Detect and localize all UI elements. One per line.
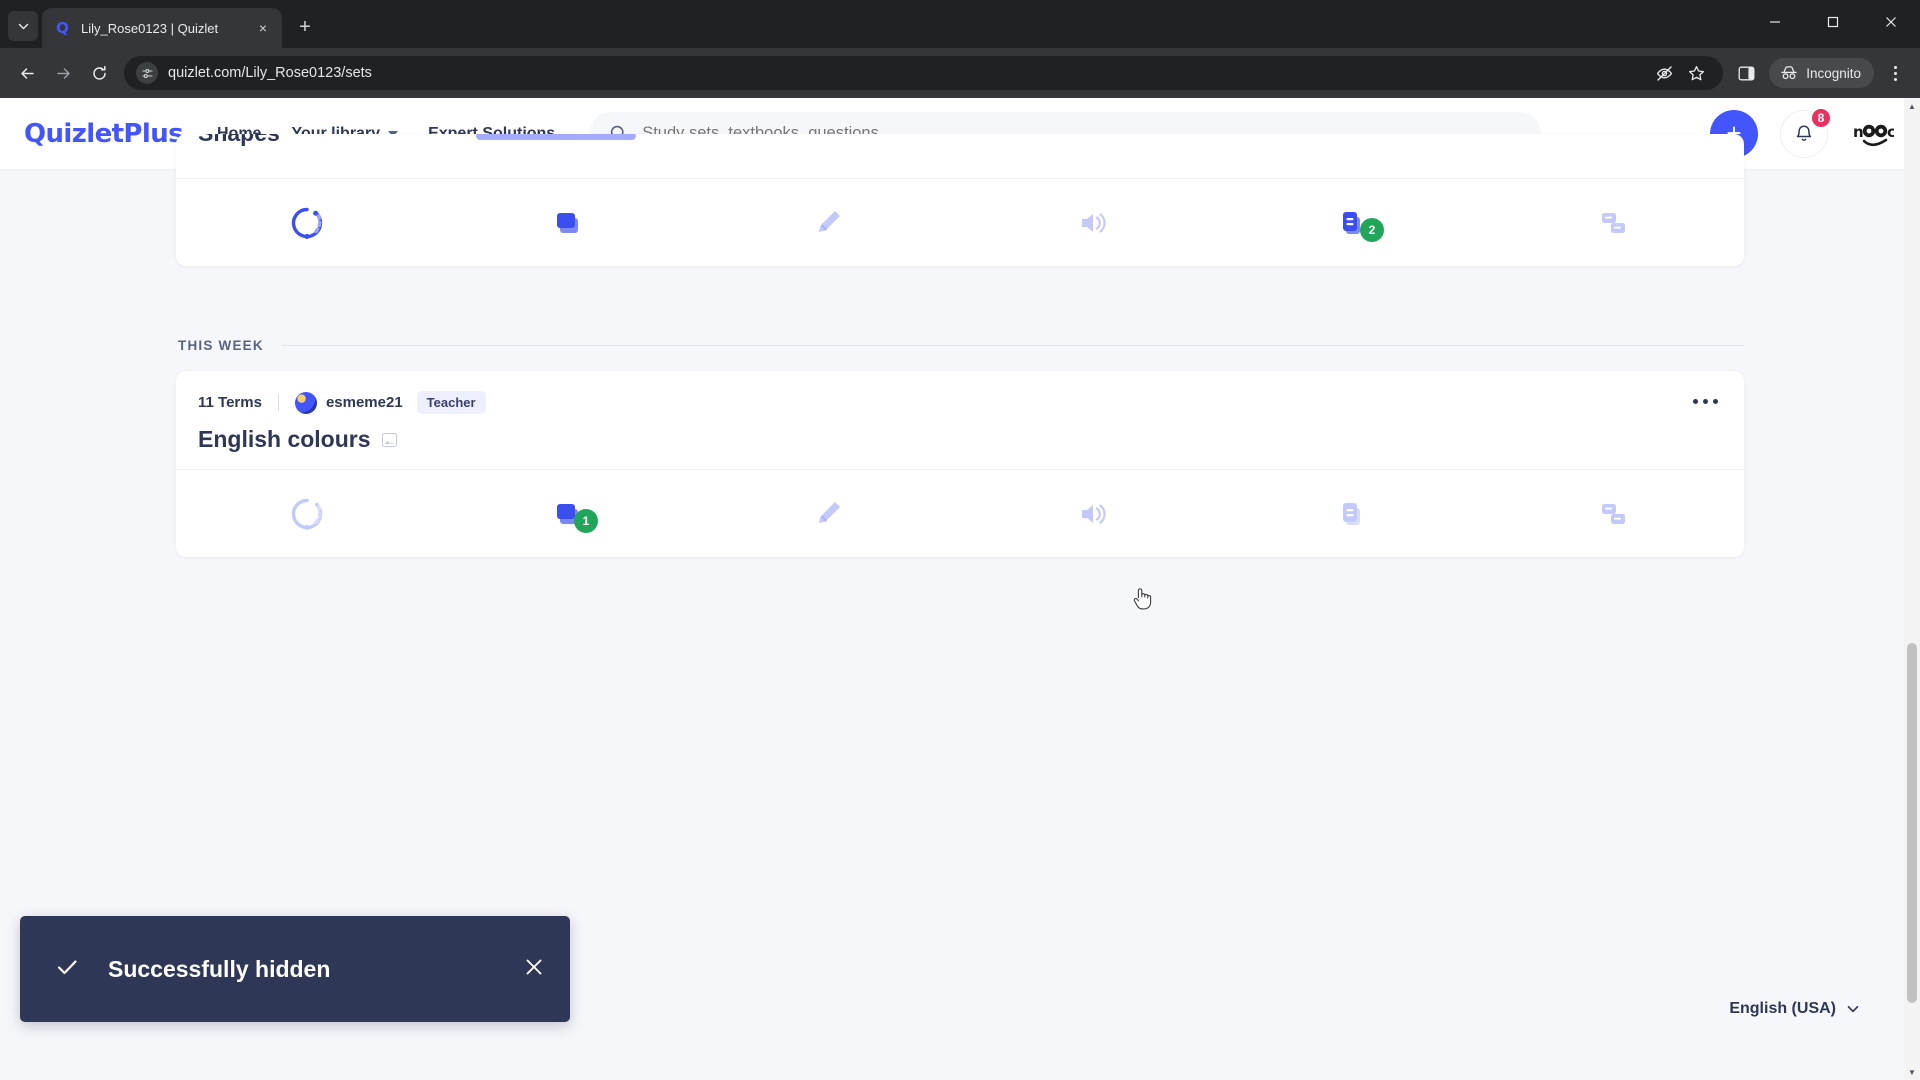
overflow-menu-icon[interactable] [1693, 399, 1718, 404]
meta-divider [277, 394, 279, 411]
chevron-down-icon [18, 23, 28, 29]
toast-notification: Successfully hidden [20, 916, 570, 1022]
eye-slash-icon[interactable] [1649, 58, 1679, 88]
author-avatar [294, 391, 317, 414]
study-mode-test[interactable] [1221, 495, 1482, 533]
study-mode-test[interactable]: 2 [1221, 204, 1482, 242]
study-mode-flashcards[interactable] [437, 204, 698, 242]
write-pen-icon [819, 501, 841, 523]
scrollbar-thumb[interactable] [1907, 643, 1917, 1003]
page-scrollbar[interactable]: ▲ ▼ [1904, 98, 1920, 1080]
window-controls [1746, 0, 1920, 44]
set-title: Shapes [198, 134, 280, 147]
tab-title: Lily_Rose0123 | Quizlet [81, 20, 219, 36]
author[interactable]: esmeme21 [294, 391, 403, 414]
browser-tab[interactable]: Q Lily_Rose0123 | Quizlet × [42, 8, 282, 48]
url-text: quizlet.com/Lily_Rose0123/sets [168, 65, 372, 81]
forward-button[interactable] [46, 56, 80, 90]
study-set-card[interactable]: 11 Terms esmeme21 Teacher English colour… [176, 371, 1744, 557]
flashcards-icon [556, 212, 578, 233]
study-mode-flashcards[interactable]: 1 [437, 495, 698, 533]
study-mode-learn[interactable] [176, 204, 437, 242]
study-mode-badge: 1 [573, 508, 598, 533]
study-mode-row: 2 [176, 178, 1744, 266]
browser-toolbar: quizlet.com/Lily_Rose0123/sets Incognito [0, 48, 1920, 98]
match-cards-icon [1602, 503, 1626, 524]
study-mode-write[interactable] [699, 204, 960, 242]
window-close-icon[interactable] [1862, 0, 1920, 44]
study-mode-spell[interactable] [960, 204, 1221, 242]
terms-count: 11 Terms [198, 394, 262, 411]
arrow-right-icon [56, 67, 70, 79]
incognito-label: Incognito [1806, 65, 1861, 81]
side-panel-icon[interactable] [1731, 58, 1761, 88]
match-cards-icon [1602, 212, 1626, 233]
study-mode-match[interactable] [1483, 495, 1744, 533]
back-button[interactable] [10, 56, 44, 90]
study-set-card-clipped[interactable]: Shapes [176, 134, 1744, 266]
address-bar[interactable]: quizlet.com/Lily_Rose0123/sets [124, 56, 1724, 90]
page-viewport: QuizletPlus Home Your library Expert Sol… [0, 98, 1920, 1080]
close-icon[interactable]: × [254, 19, 272, 37]
study-mode-spell[interactable] [960, 495, 1221, 533]
study-mode-match[interactable] [1483, 204, 1744, 242]
speaker-icon [1081, 503, 1106, 524]
arrow-left-icon [20, 67, 34, 79]
chevron-down-icon [1847, 1005, 1859, 1013]
reload-icon [92, 65, 106, 80]
page-settings-icon[interactable] [136, 62, 158, 84]
browser-window: Q Lily_Rose0123 | Quizlet × + quizlet.co… [0, 0, 1920, 1080]
three-dot-menu-icon[interactable] [1880, 56, 1910, 90]
study-mode-write[interactable] [699, 495, 960, 533]
language-selector[interactable]: English (USA) [1729, 1000, 1860, 1018]
maximize-icon[interactable] [1804, 0, 1862, 44]
section-divider [281, 345, 1744, 346]
quizlet-q-icon: Q [56, 19, 69, 37]
set-title[interactable]: English colours [198, 426, 1722, 453]
learn-progress-icon [291, 498, 322, 530]
toast-close-button[interactable] [524, 957, 544, 981]
incognito-indicator[interactable]: Incognito [1769, 58, 1874, 88]
toast-message: Successfully hidden [108, 955, 331, 982]
section-header-this-week: THIS WEEK [178, 338, 1744, 353]
author-name: esmeme21 [325, 394, 403, 411]
close-icon [526, 959, 542, 975]
incognito-icon [1781, 66, 1797, 80]
speaker-icon [1081, 212, 1106, 233]
content-inner: Shapes [176, 134, 1744, 557]
study-set-header: 11 Terms esmeme21 Teacher English colour… [176, 371, 1744, 469]
scroll-up-arrow[interactable]: ▲ [1904, 98, 1920, 114]
study-mode-row: 1 [176, 469, 1744, 557]
image-icon [381, 432, 397, 447]
language-label: English (USA) [1729, 1000, 1836, 1017]
notification-badge: 8 [1810, 106, 1832, 129]
section-title: THIS WEEK [178, 338, 264, 353]
status-badge: Teacher [416, 391, 486, 414]
minimize-icon[interactable] [1746, 0, 1804, 44]
progress-bar [476, 134, 636, 140]
test-paper-icon [1342, 502, 1360, 525]
scroll-down-arrow[interactable]: ▼ [1904, 1064, 1920, 1080]
star-icon[interactable] [1681, 58, 1711, 88]
study-mode-badge: 2 [1359, 217, 1384, 242]
check-icon [54, 954, 80, 985]
tab-strip: Q Lily_Rose0123 | Quizlet × + [0, 0, 1920, 48]
reload-button[interactable] [82, 56, 116, 90]
new-tab-button[interactable]: + [290, 12, 320, 42]
tab-search-button[interactable] [8, 11, 38, 41]
study-set-meta: 11 Terms esmeme21 Teacher [198, 391, 1722, 414]
study-mode-learn[interactable] [176, 495, 437, 533]
set-title-text: English colours [198, 426, 371, 452]
page-content: Shapes [0, 134, 1920, 1044]
learn-progress-icon [291, 207, 322, 239]
clipped-card-head: Shapes [176, 134, 1744, 178]
omnibox-actions [1649, 58, 1711, 88]
write-pen-icon [819, 210, 841, 232]
